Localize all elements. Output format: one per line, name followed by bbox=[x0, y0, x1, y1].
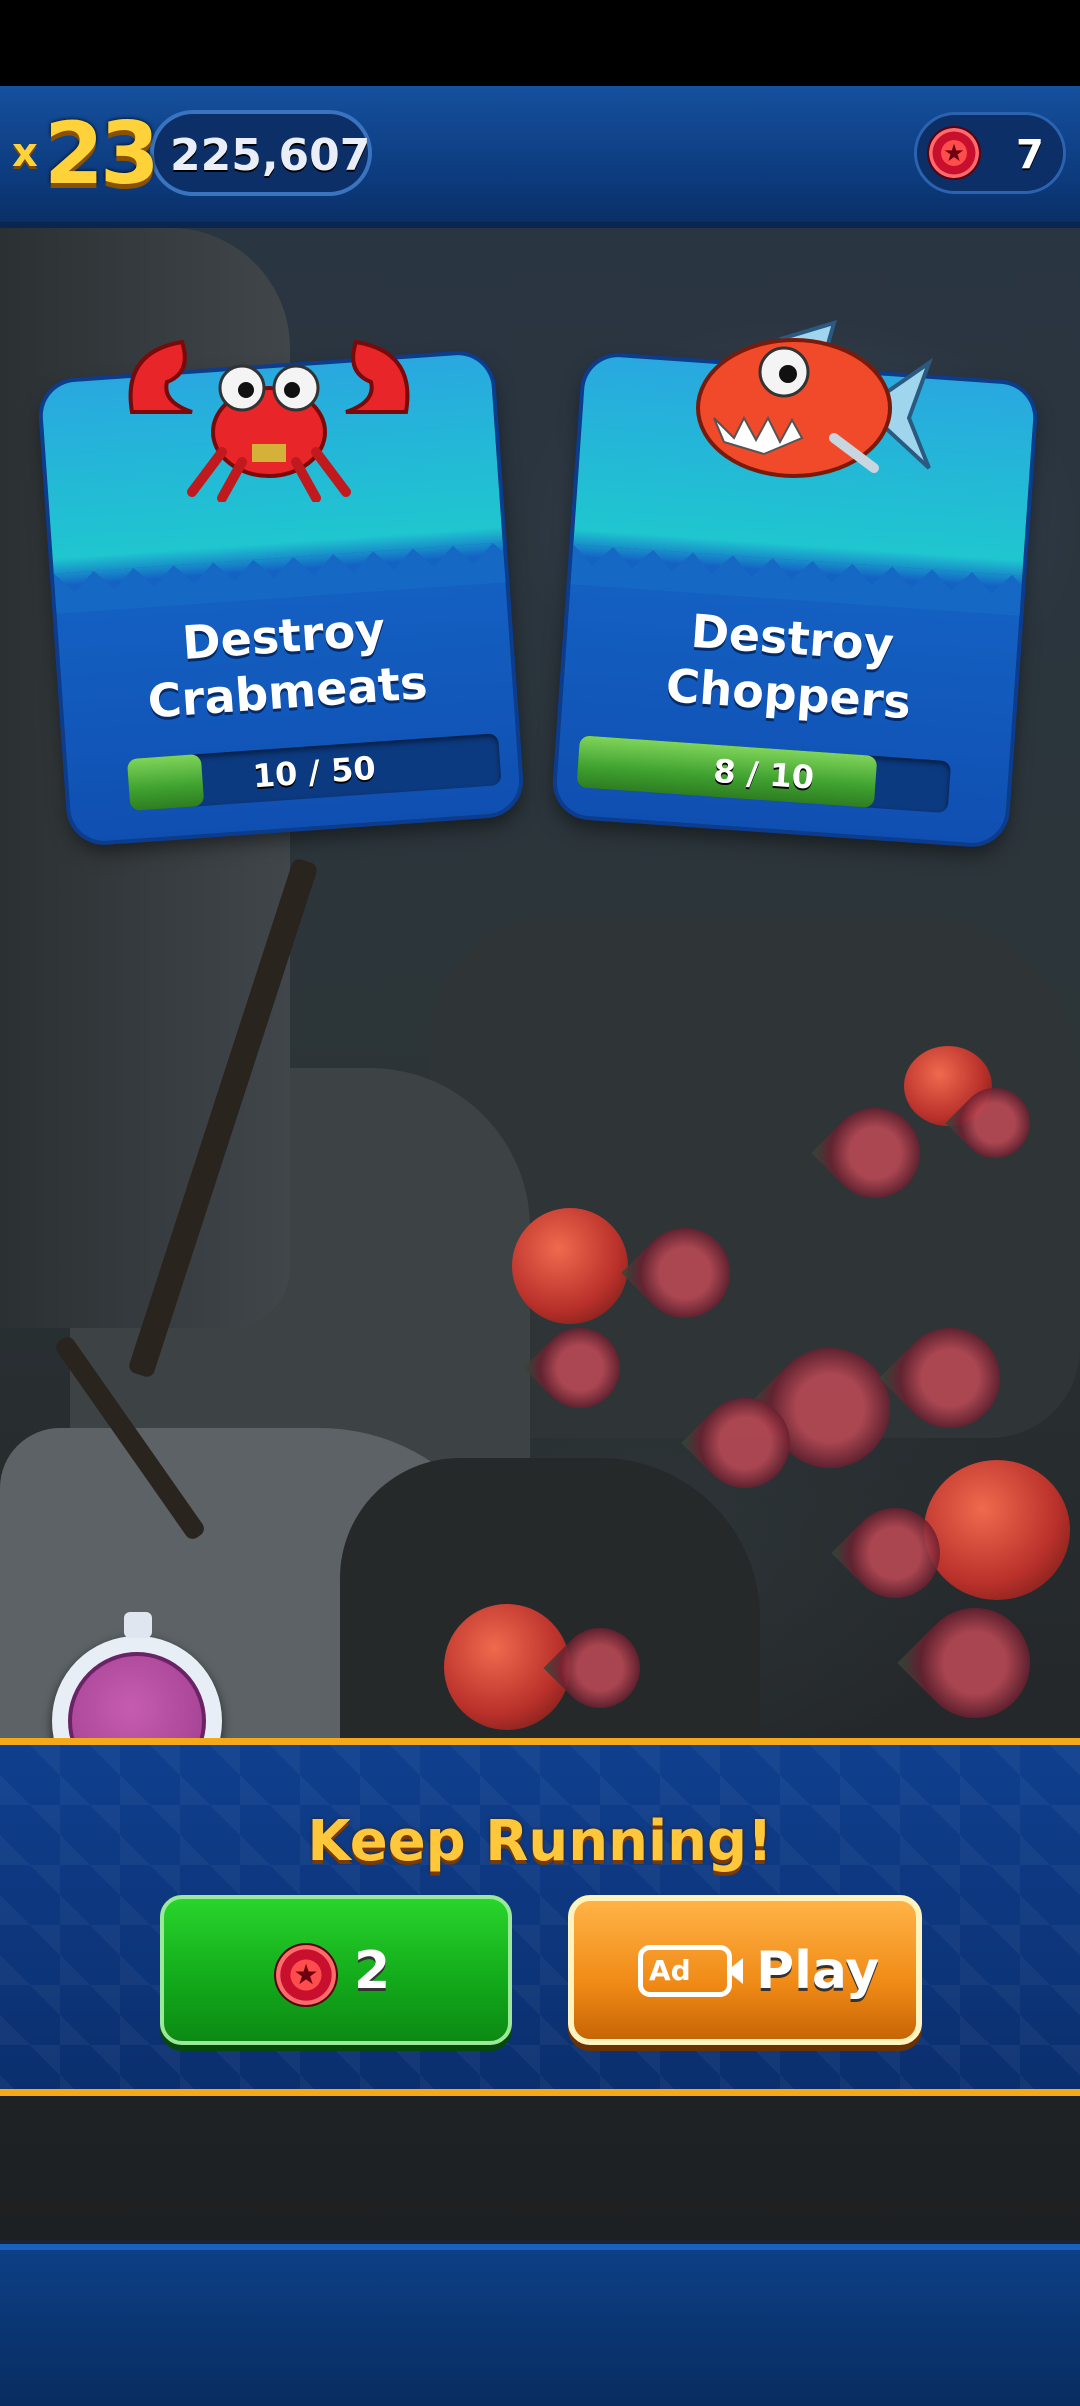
red-rings-cost: 2 bbox=[354, 1941, 391, 2001]
multiplier-prefix: x bbox=[12, 130, 38, 176]
top-hud: x 23 225,607 ★ 7 bbox=[0, 86, 1080, 228]
crabmeat-icon bbox=[128, 339, 410, 502]
continue-panel: Keep Running! ★ 2 Ad Play bbox=[0, 1738, 1080, 2096]
red-rings-count: 7 bbox=[1016, 132, 1044, 178]
continue-with-red-rings-button[interactable]: ★ 2 bbox=[160, 1895, 512, 2045]
chopper-icon bbox=[696, 320, 934, 478]
mission-progress-bar: 8 / 10 bbox=[576, 735, 952, 814]
keep-running-title: Keep Running! bbox=[307, 1809, 773, 1874]
red-ring-icon: ★ bbox=[276, 1945, 336, 2005]
mission-progress-bar: 10 / 50 bbox=[126, 733, 502, 812]
ad-play-label: Play bbox=[756, 1941, 880, 2001]
timer-knob bbox=[124, 1612, 152, 1638]
mission-progress-text: 8 / 10 bbox=[712, 751, 816, 797]
fruit bbox=[512, 1208, 628, 1324]
mission-title: Destroy Choppers bbox=[562, 594, 1019, 737]
bottom-bar bbox=[0, 2244, 1080, 2406]
status-bar bbox=[0, 0, 1080, 86]
ad-badge-text: Ad bbox=[649, 1954, 691, 1987]
watch-ad-continue-button[interactable]: Ad Play bbox=[568, 1895, 922, 2045]
mission-title: Destroy Crabmeats bbox=[57, 592, 514, 735]
score-multiplier: 23 bbox=[44, 104, 160, 204]
ad-video-icon: Ad bbox=[638, 1945, 743, 1997]
fruit bbox=[924, 1460, 1070, 1600]
red-ring-icon: ★ bbox=[929, 128, 979, 178]
leaf bbox=[897, 1585, 1053, 1741]
score-value: 225,607 bbox=[170, 130, 371, 181]
mission-progress-text: 10 / 50 bbox=[251, 748, 377, 796]
